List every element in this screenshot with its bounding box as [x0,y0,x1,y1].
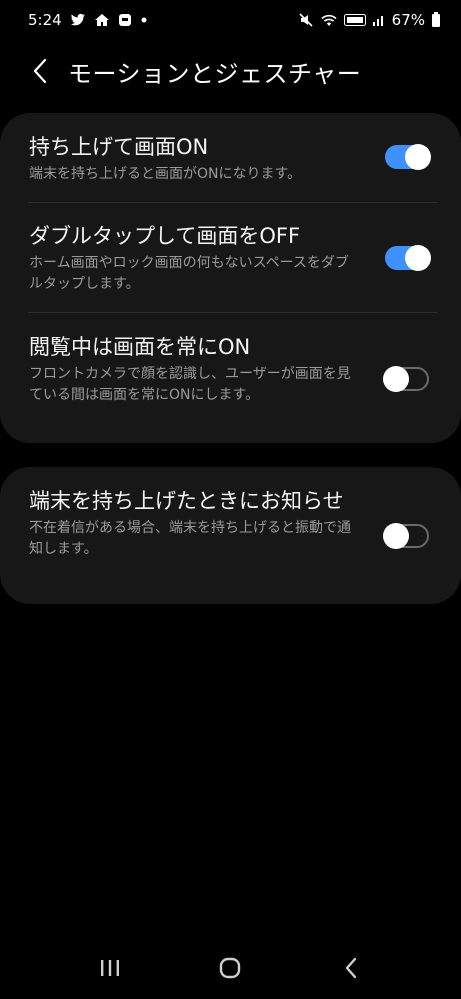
chevron-left-icon [33,58,47,84]
page-title: モーションとジェスチャー [68,59,362,88]
home-icon [94,13,110,27]
toggle-knob [383,523,409,549]
toggle-switch-double-tap-off[interactable] [385,245,431,271]
dot-icon [140,16,148,24]
back-button[interactable] [20,51,60,91]
wifi-icon [320,13,338,27]
home-button-icon [220,957,241,979]
setting-summary: フロントカメラで顔を認識し、ユーザーが画面を見ている間は画面を常にONにします。 [29,366,351,403]
home-button[interactable] [200,943,260,993]
battery-percent: 67% [391,11,425,29]
settings-card-2: 端末を持ち上げたときにお知らせ 不在着信がある場合、端末を持ち上げると振動で通知… [0,467,461,604]
toggle-switch-smart-stay[interactable] [383,366,429,392]
setting-row-double-tap-off[interactable]: ダブルタップして画面をOFF ホーム画面やロック画面の何もないスペースをダブルタ… [0,203,461,313]
setting-summary: ホーム画面やロック画面の何もないスペースをダブルタップします。 [29,255,349,292]
app-icon [118,13,132,27]
toggle-knob [405,245,431,271]
status-bar: 5:24 67% [0,0,461,40]
volte-icon [343,14,366,26]
status-time: 5:24 [28,11,62,29]
toggle-switch-smart-alert[interactable] [383,523,429,549]
toggle-knob [405,144,431,170]
header: モーションとジェスチャー [0,48,461,94]
setting-title: 端末を持ち上げたときにお知らせ [29,489,344,513]
setting-row-lift-to-wake[interactable]: 持ち上げて画面ON 端末を持ち上げると画面がONになります。 [0,113,461,203]
back-nav-button[interactable] [321,943,381,993]
setting-title: 閲覧中は画面を常にON [29,335,251,359]
toggle-switch-lift-to-wake[interactable] [385,144,431,170]
setting-title: 持ち上げて画面ON [29,135,209,159]
setting-row-smart-alert[interactable]: 端末を持ち上げたときにお知らせ 不在着信がある場合、端末を持ち上げると振動で通知… [0,467,461,604]
setting-row-smart-stay[interactable]: 閲覧中は画面を常にON フロントカメラで顔を認識し、ユーザーが画面を見ている間は… [0,313,461,443]
navigation-bar [0,937,461,999]
setting-summary: 不在着信がある場合、端末を持ち上げると振動で通知します。 [29,520,351,557]
mute-icon [298,12,314,28]
twitter-icon [70,13,86,27]
setting-title: ダブルタップして画面をOFF [29,224,301,248]
signal-icon [372,13,386,27]
toggle-knob [383,366,409,392]
settings-card-1: 持ち上げて画面ON 端末を持ち上げると画面がONになります。 ダブルタップして画… [0,113,461,443]
setting-summary: 端末を持ち上げると画面がONになります。 [29,166,302,182]
recents-button[interactable] [80,943,140,993]
battery-icon [431,12,441,28]
back-arrow-icon [345,957,357,979]
recents-icon [101,960,120,976]
